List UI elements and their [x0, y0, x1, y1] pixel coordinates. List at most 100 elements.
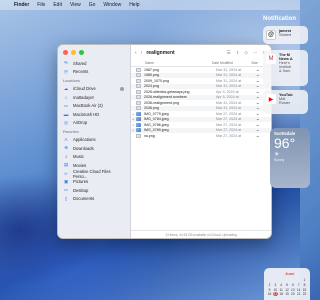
calendar-day: 21: [296, 292, 301, 297]
share-icon[interactable]: ⇪: [236, 50, 240, 56]
cloud-status-icon: ☁: [256, 106, 260, 111]
sidebar-item-label: Pictures: [73, 179, 89, 185]
calendar-widget[interactable]: June 1 2 3 4 5 6 7 8 9 10 11 12 13 14 15 16 17 18 19 20 21 22: [264, 268, 310, 300]
calendar-day: 5: [286, 282, 288, 287]
column-name[interactable]: Name: [131, 61, 212, 65]
sidebar-item-icloud-drive[interactable]: ☁ iCloud Drive: [58, 85, 130, 93]
column-date-modified[interactable]: Date Modified: [212, 61, 251, 65]
calendar-day: 10: [273, 287, 278, 292]
file-icon: [136, 100, 141, 105]
clock-icon: ◷: [63, 68, 68, 74]
weather-desc: Sunny: [274, 158, 285, 162]
sidebar-item-downloads[interactable]: ⊕ Downloads: [58, 144, 130, 152]
menu-window[interactable]: Window: [103, 2, 121, 8]
file-name: IMG_0784.jpeg: [144, 117, 169, 122]
sidebar-item-pictures[interactable]: ▣ Pictures: [58, 178, 130, 186]
menu-view[interactable]: View: [70, 2, 81, 8]
weather-widget[interactable]: Scottsdale 96° ☀ Sunny: [270, 128, 310, 188]
sidebar-item-documents[interactable]: ▯ Documents: [58, 194, 130, 202]
cloud-status-icon: ☁: [256, 133, 260, 138]
menu-help[interactable]: Help: [129, 2, 139, 8]
minimize-button[interactable]: [71, 50, 76, 55]
file-row[interactable]: ▸ IMG_0779.jpeg Mar 27, 2024 at ☁: [131, 111, 271, 117]
file-name: 2024.png: [144, 84, 159, 89]
sync-indicator-icon: [120, 86, 124, 91]
sidebar-item-music[interactable]: ♫ Music: [58, 153, 130, 161]
menu-edit[interactable]: Edit: [53, 2, 62, 8]
file-row[interactable]: 2026-stitedics-getaways.png Apr 5, 2024 a…: [131, 89, 271, 95]
file-row[interactable]: 2026.realignment.numbers Apr 5, 2024 at ☁: [131, 94, 271, 100]
sidebar-item-label: Shared: [73, 60, 87, 66]
file-date: Mar 31, 2024 at: [216, 100, 242, 105]
notification-gmail[interactable]: M The M News A Here's Instituti & Sam: [263, 50, 308, 86]
forward-icon[interactable]: ›: [141, 50, 143, 56]
calendar-day: 7: [297, 282, 300, 287]
calendar-day: 14: [296, 287, 301, 292]
file-name: va.png: [144, 133, 155, 138]
file-icon: [136, 106, 141, 111]
calendar-day: 3: [274, 282, 277, 287]
status-bar: 13 items, 44.93 GB available on iCloud, …: [131, 230, 271, 238]
sidebar-item-applications[interactable]: A Applications: [58, 136, 130, 144]
file-row[interactable]: 1989.png Mar 31, 2024 at ☁: [131, 72, 271, 78]
close-button[interactable]: [63, 50, 68, 55]
calendar-day: 2: [268, 282, 271, 287]
cloud-status-icon: ☁: [256, 128, 260, 133]
zoom-button[interactable]: [79, 50, 84, 55]
sidebar-section-favorites: Favorites: [63, 129, 79, 134]
sidebar-item-home[interactable]: ⌂ mattadayet: [58, 93, 130, 101]
tag-icon[interactable]: ◇: [245, 50, 248, 56]
file-row[interactable]: ▸ IMG_0786.jpeg Mar 27, 2024 at ☁: [131, 122, 271, 128]
calendar-day: 22: [302, 292, 307, 297]
sidebar-item-desktop[interactable]: ▭ Desktop: [58, 186, 130, 194]
calendar-day: [284, 278, 289, 282]
menu-file[interactable]: File: [37, 2, 45, 8]
file-row[interactable]: 2024.png Mar 31, 2024 at ☁: [131, 83, 271, 89]
sidebar-item-label: Movies: [73, 162, 87, 168]
sidebar-item-macintosh-hd[interactable]: ▬ Macintosh HD: [58, 110, 130, 118]
sidebar-item-airdrop[interactable]: ◎ AirDrop: [58, 118, 130, 126]
file-date: Mar 27, 2024 at: [216, 128, 242, 133]
view-list-icon[interactable]: ☰: [227, 50, 231, 56]
file-date: Mar 31, 2024 at: [216, 84, 242, 89]
calendar-day: 13: [291, 287, 295, 292]
menu-app-name[interactable]: Finder: [14, 2, 29, 8]
calendar-day: [296, 278, 301, 282]
file-row[interactable]: ▸ IMG_0784.jpeg Mar 27, 2024 at ☁: [131, 116, 271, 122]
more-icon[interactable]: ⋯: [253, 50, 258, 56]
film-icon: ▤: [63, 162, 69, 168]
apps-icon: A: [64, 137, 68, 143]
sidebar-item-shared[interactable]: ⇋ Shared: [58, 59, 130, 67]
file-row[interactable]: va.png Mar 27, 2024 at ☁: [131, 133, 271, 139]
notification-body: Roster: [279, 101, 291, 105]
file-name: 2036-realignment.png: [144, 100, 179, 105]
calendar-day: [273, 278, 278, 282]
sidebar-item-label: Music: [73, 154, 84, 160]
sidebar-item-macbook-air[interactable]: ▭ MacBook Air (2): [58, 102, 130, 110]
airdrop-icon: ◎: [63, 119, 68, 125]
file-icon: [136, 84, 141, 89]
sidebar-item-creative-cloud[interactable]: ∞ Creative Cloud Files Perso...: [58, 169, 130, 179]
calendar-day: 17: [272, 292, 278, 297]
notification-youtube[interactable]: ▶ YouTub Mat Roster: [263, 90, 308, 114]
file-row[interactable]: 2036-realignment.png Mar 31, 2024 at ☁: [131, 100, 271, 106]
file-row[interactable]: ▸ IMG_0789.jpeg Mar 27, 2024 at ☁: [131, 127, 271, 133]
image-file-icon: [136, 128, 141, 133]
notification-threads[interactable]: @ jamest Started: [263, 26, 308, 44]
sidebar-section-locations: Locations: [63, 78, 80, 83]
back-icon[interactable]: ‹: [135, 50, 137, 56]
finder-toolbar: ‹ › realignment ☰ ⇪ ◇ ⋯ ⌕: [131, 45, 271, 60]
sidebar-item-label: AirDrop: [73, 120, 88, 126]
calendar-day: 4: [280, 282, 283, 287]
sun-icon: ☀: [274, 152, 280, 158]
sidebar-item-recents[interactable]: ◷ Recents: [58, 67, 130, 75]
file-row[interactable]: 1987.png Mar 31, 2024 at ☁: [131, 67, 271, 73]
file-icon: [136, 89, 141, 94]
file-row[interactable]: 2036.png Mar 31, 2024 at ☁: [131, 105, 271, 111]
calendar-day: 18: [279, 292, 283, 297]
sidebar-item-label: Desktop: [73, 187, 89, 193]
finder-window: ⇋ Shared ◷ Recents Locations ☁ iCloud Dr…: [57, 44, 272, 239]
file-row[interactable]: 2009_1070.png Mar 31, 2024 at ☁: [131, 78, 271, 84]
menu-go[interactable]: Go: [89, 2, 96, 8]
file-name: IMG_0789.jpeg: [144, 128, 169, 133]
